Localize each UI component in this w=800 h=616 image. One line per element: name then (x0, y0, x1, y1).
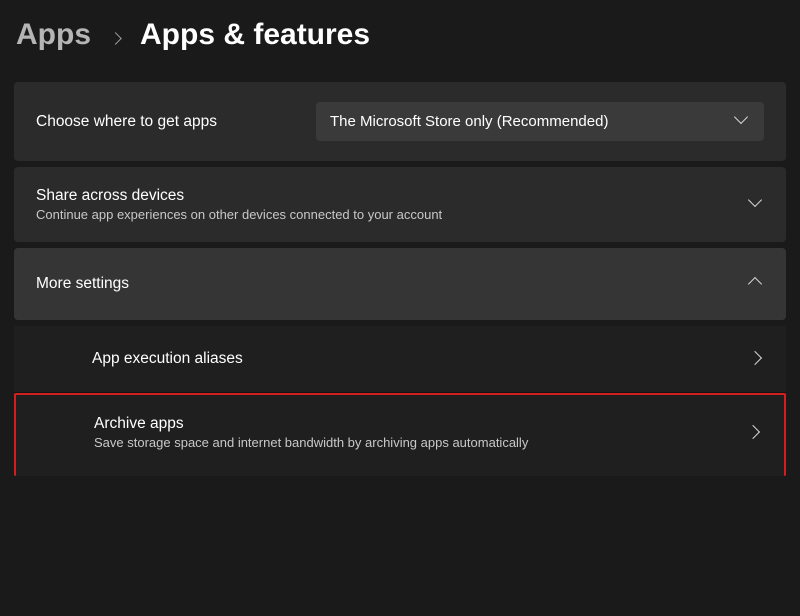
app-execution-aliases-row[interactable]: App execution aliases (14, 326, 786, 393)
app-source-selected: The Microsoft Store only (Recommended) (330, 113, 608, 130)
share-devices-desc: Continue app experiences on other device… (36, 207, 442, 222)
app-execution-aliases-title: App execution aliases (92, 350, 243, 368)
chevron-down-icon (736, 112, 750, 131)
share-across-devices-row[interactable]: Share across devices Continue app experi… (14, 167, 786, 242)
chevron-right-icon (111, 23, 120, 49)
more-settings-row[interactable]: More settings (14, 248, 786, 320)
archive-apps-desc: Save storage space and internet bandwidt… (94, 435, 528, 450)
share-devices-title: Share across devices (36, 187, 442, 205)
chevron-right-icon (750, 350, 764, 368)
choose-apps-label: Choose where to get apps (36, 113, 217, 131)
archive-apps-row[interactable]: Archive apps Save storage space and inte… (14, 393, 786, 476)
page-title: Apps & features (140, 18, 370, 52)
chevron-right-icon (748, 424, 762, 442)
choose-apps-card: Choose where to get apps The Microsoft S… (14, 82, 786, 161)
chevron-down-icon (750, 195, 764, 214)
app-source-dropdown[interactable]: The Microsoft Store only (Recommended) (316, 102, 764, 141)
breadcrumb: Apps Apps & features (14, 18, 786, 52)
more-settings-title: More settings (36, 275, 129, 293)
breadcrumb-parent-link[interactable]: Apps (16, 18, 91, 52)
chevron-up-icon (750, 274, 764, 294)
archive-apps-title: Archive apps (94, 415, 528, 433)
